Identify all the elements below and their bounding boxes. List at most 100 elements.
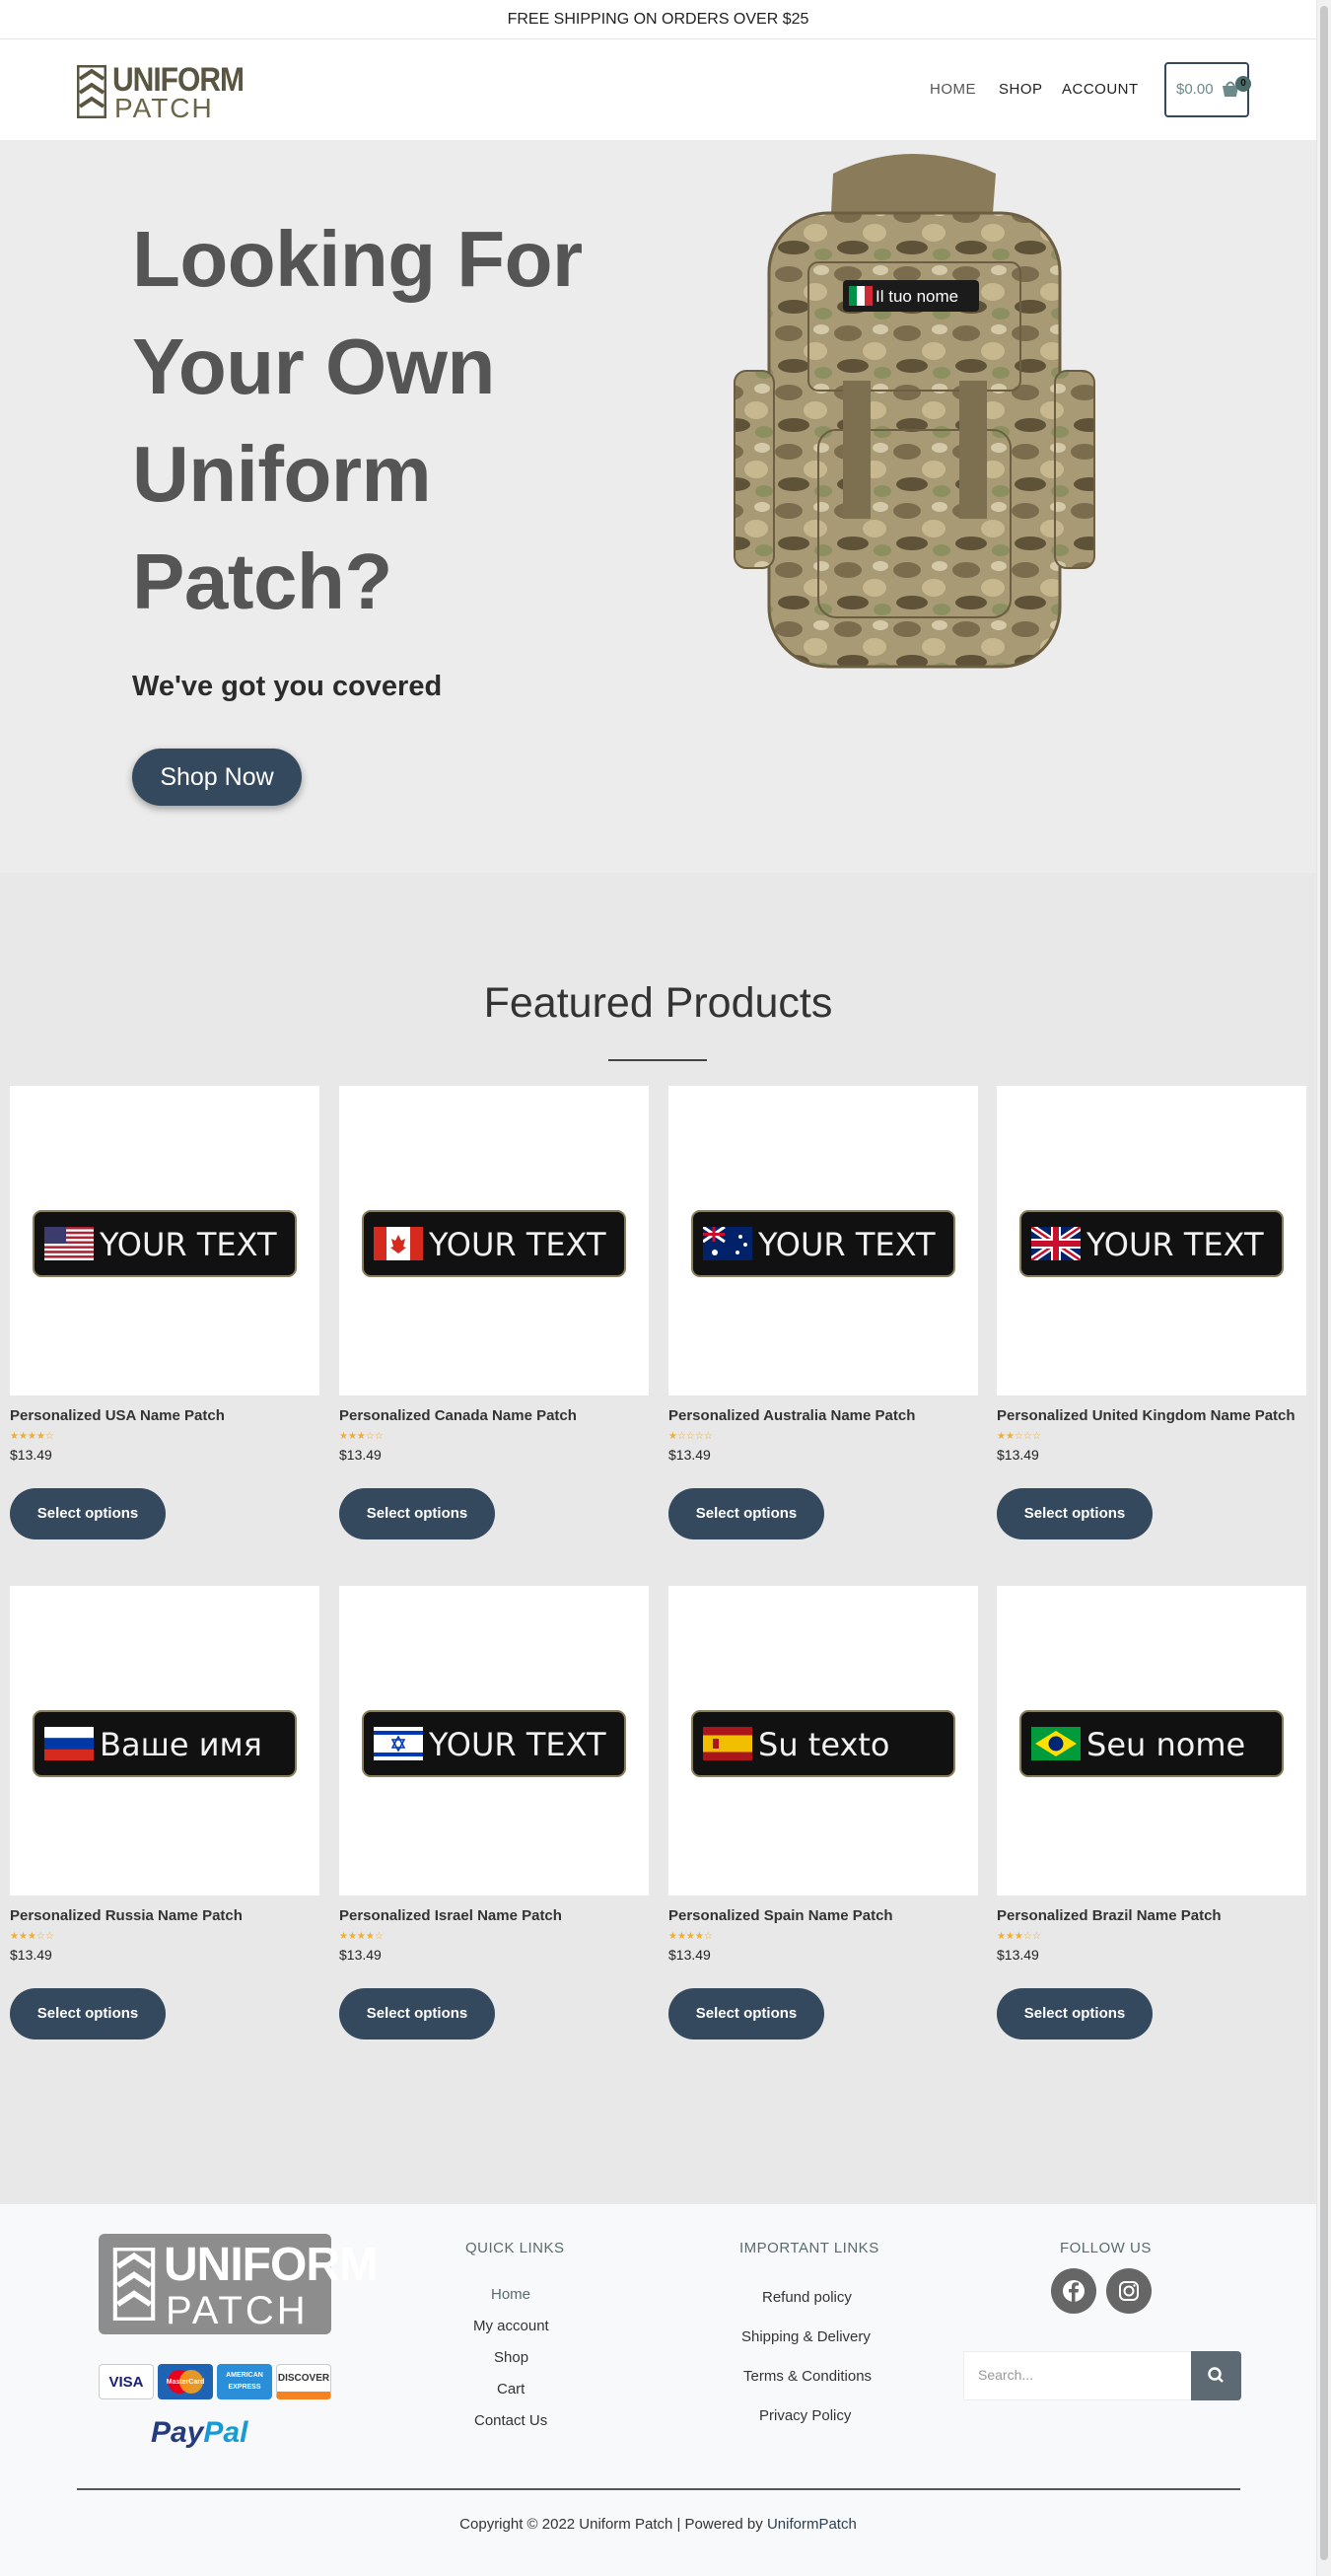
product-image[interactable]: Ваше имя	[10, 1586, 319, 1896]
product-title[interactable]: Personalized Spain Name Patch	[668, 1907, 893, 1924]
facebook-icon[interactable]	[1051, 2268, 1096, 2314]
product-title[interactable]: Personalized Australia Name Patch	[668, 1407, 915, 1424]
star-rating-icon: ★★★★☆	[339, 1931, 384, 1942]
select-options-button[interactable]: Select options	[668, 1488, 824, 1539]
product-price: $13.49	[997, 1947, 1039, 1963]
select-options-button[interactable]: Select options	[997, 1988, 1153, 2039]
select-options-button[interactable]: Select options	[997, 1488, 1153, 1539]
paypal-logo-part-2: Pal	[203, 2416, 248, 2449]
star-rating-icon: ★★★★☆	[10, 1431, 54, 1442]
product-title[interactable]: Personalized Canada Name Patch	[339, 1407, 577, 1424]
product-title[interactable]: Personalized Israel Name Patch	[339, 1907, 562, 1924]
page-scrollbar[interactable]	[1316, 0, 1331, 2576]
star-rating-icon: ★★★☆☆	[997, 1931, 1041, 1942]
copyright-text: Copyright © 2022 Uniform Patch | Powered…	[459, 2516, 767, 2533]
star-rating-icon: ★★★☆☆	[339, 1431, 384, 1442]
product-price: $13.49	[10, 1447, 52, 1463]
shop-now-button[interactable]: Shop Now	[132, 749, 302, 806]
product-title[interactable]: Personalized USA Name Patch	[10, 1407, 225, 1424]
nav-shop[interactable]: SHOP	[999, 81, 1043, 98]
select-options-button[interactable]: Select options	[339, 1988, 495, 2039]
select-options-button[interactable]: Select options	[10, 1488, 166, 1539]
product-image[interactable]: YOUR TEXT	[339, 1086, 649, 1395]
es-flag-icon	[703, 1727, 752, 1760]
search-button[interactable]	[1191, 2351, 1241, 2400]
star-rating-icon: ★☆☆☆☆	[668, 1431, 713, 1442]
product-image[interactable]: YOUR TEXT	[339, 1586, 649, 1896]
product-title[interactable]: Personalized United Kingdom Name Patch	[997, 1407, 1296, 1424]
amex-icon: AMERICAN EXPRESS	[217, 2364, 272, 2399]
nav-account[interactable]: ACCOUNT	[1062, 81, 1139, 98]
star-rating-icon: ★★☆☆☆	[997, 1431, 1041, 1442]
product-image[interactable]: Su texto	[668, 1586, 978, 1896]
il-flag-icon	[374, 1727, 423, 1760]
star-rating-icon: ★★★★☆	[668, 1931, 713, 1942]
patch-text: YOUR TEXT	[428, 1226, 606, 1263]
follow-us-title: FOLLOW US	[1060, 2240, 1152, 2256]
scrollbar-thumb[interactable]	[1320, 6, 1328, 2560]
site-footer: UNIFORM PATCH VISA MasterCard AMERICAN E…	[0, 2204, 1316, 2576]
cart-amount: $0.00	[1176, 81, 1214, 98]
product-title[interactable]: Personalized Brazil Name Patch	[997, 1907, 1222, 1924]
product-price: $13.49	[997, 1447, 1039, 1463]
product-image[interactable]: YOUR TEXT	[997, 1086, 1306, 1395]
cart-button[interactable]: $0.00 0	[1164, 62, 1251, 117]
payment-methods: VISA MasterCard AMERICAN EXPRESS DISCOVE…	[99, 2364, 335, 2399]
footer-divider	[77, 2488, 1240, 2490]
name-patch-image: YOUR TEXT	[33, 1210, 297, 1277]
logo-text-bottom: PATCH	[114, 93, 214, 123]
backpack-patch-text: Il tuo nome	[876, 287, 958, 306]
footer-link-cart[interactable]: Cart	[497, 2381, 525, 2397]
name-patch-image: YOUR TEXT	[362, 1210, 626, 1277]
paypal-logo: PayPal	[151, 2416, 247, 2450]
select-options-button[interactable]: Select options	[10, 1988, 166, 2039]
footer-link-shipping-delivery[interactable]: Shipping & Delivery	[741, 2328, 871, 2345]
search-icon	[1208, 2367, 1224, 2383]
footer-link-privacy-policy[interactable]: Privacy Policy	[759, 2407, 851, 2424]
product-image[interactable]: Seu nome	[997, 1586, 1306, 1896]
product-price: $13.49	[668, 1947, 711, 1963]
hero-subheading: We've got you covered	[132, 671, 443, 702]
product-price: $13.49	[339, 1447, 382, 1463]
footer-link-my-account[interactable]: My account	[473, 2318, 549, 2334]
patch-text: YOUR TEXT	[1086, 1226, 1264, 1263]
patch-text: YOUR TEXT	[99, 1226, 277, 1263]
patch-text: Seu nome	[1086, 1726, 1245, 1763]
select-options-button[interactable]: Select options	[339, 1488, 495, 1539]
paypal-logo-part-1: Pay	[151, 2416, 204, 2449]
featured-products-section: Featured Products YOUR TEXT Personalized…	[0, 873, 1316, 2204]
site-logo[interactable]: UNIFORM PATCH	[77, 61, 245, 123]
footer-link-contact-us[interactable]: Contact Us	[474, 2412, 547, 2429]
hero-section: Looking For Your Own Uniform Patch? We'v…	[0, 140, 1316, 873]
au-flag-icon	[703, 1227, 752, 1260]
product-title[interactable]: Personalized Russia Name Patch	[10, 1907, 243, 1924]
star-rating-icon: ★★★☆☆	[10, 1931, 54, 1942]
copyright-brand-link[interactable]: UniformPatch	[767, 2516, 857, 2533]
footer-link-terms[interactable]: Terms & Conditions	[743, 2368, 872, 2385]
patch-text: YOUR TEXT	[757, 1226, 936, 1263]
search-input[interactable]: Search...	[978, 2367, 1033, 2383]
chevron-logo-icon	[77, 65, 106, 118]
chevron-logo-icon	[112, 2248, 156, 2321]
br-flag-icon	[1031, 1727, 1081, 1760]
footer-link-refund-policy[interactable]: Refund policy	[762, 2289, 852, 2306]
featured-products-title: Featured Products	[483, 979, 833, 1027]
quick-links-title: QUICK LINKS	[465, 2240, 565, 2256]
footer-logo-text-bottom: PATCH	[166, 2289, 309, 2332]
nav-home[interactable]: HOME	[930, 81, 976, 98]
ru-flag-icon	[44, 1727, 94, 1760]
mastercard-icon: MasterCard	[158, 2364, 213, 2399]
shipping-banner: FREE SHIPPING ON ORDERS OVER $25	[0, 0, 1316, 39]
instagram-icon[interactable]	[1106, 2268, 1152, 2314]
product-image[interactable]: YOUR TEXT	[10, 1086, 319, 1395]
footer-link-shop[interactable]: Shop	[494, 2349, 528, 2366]
select-options-button[interactable]: Select options	[668, 1988, 824, 2039]
footer-link-home[interactable]: Home	[491, 2286, 530, 2303]
footer-logo[interactable]: UNIFORM PATCH	[99, 2234, 379, 2334]
patch-text: YOUR TEXT	[428, 1726, 606, 1763]
name-patch-image: Seu nome	[1019, 1710, 1284, 1777]
copyright: Copyright © 2022 Uniform Patch | Powered…	[0, 2516, 1316, 2533]
product-image[interactable]: YOUR TEXT	[668, 1086, 978, 1395]
important-links-title: IMPORTANT LINKS	[739, 2240, 879, 2256]
product-price: $13.49	[10, 1947, 52, 1963]
